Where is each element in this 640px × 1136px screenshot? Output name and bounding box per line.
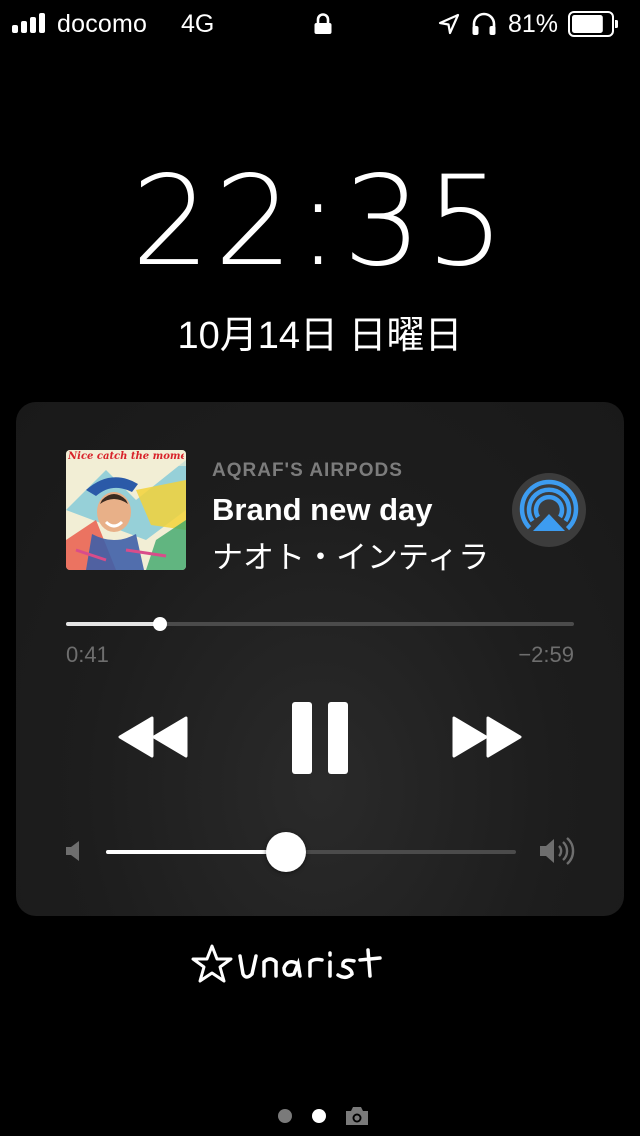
album-artwork[interactable]: Nice catch the moment!	[66, 450, 186, 570]
volume-max-icon	[540, 837, 575, 865]
fast-forward-button[interactable]	[448, 712, 524, 762]
song-artist[interactable]: ナオト・インティライミ	[212, 532, 486, 577]
pause-icon	[292, 702, 348, 774]
album-art-caption: Nice catch the moment!	[68, 451, 184, 462]
lock-icon	[314, 13, 332, 34]
scrubber-handle[interactable]	[152, 617, 167, 631]
battery-percentage: 81%	[508, 10, 559, 38]
album-artwork-image	[66, 450, 186, 570]
song-title[interactable]: Brand new day	[212, 492, 433, 528]
network-type: 4G	[181, 10, 215, 38]
rewind-icon	[118, 716, 188, 758]
signature-watermark	[191, 944, 382, 983]
airplay-icon	[519, 479, 579, 539]
volume-min-icon	[66, 841, 79, 861]
lock-screen-time: 22:35	[131, 150, 509, 294]
page-dot-1[interactable]	[278, 1109, 292, 1123]
page-dot-2-current[interactable]	[312, 1109, 326, 1123]
volume-slider[interactable]	[106, 832, 516, 872]
page-indicator[interactable]	[276, 1104, 376, 1128]
rewind-button[interactable]	[116, 712, 192, 762]
camera-icon[interactable]	[344, 1105, 370, 1127]
battery-icon	[568, 11, 618, 37]
location-icon	[438, 13, 460, 35]
carrier-name: docomo	[57, 10, 148, 38]
volume-handle[interactable]	[266, 832, 307, 872]
scrubber-progress	[66, 622, 160, 626]
pause-button[interactable]	[284, 698, 356, 778]
headphones-icon	[472, 12, 496, 35]
output-device-name: AQRAF'S AIRPODS	[212, 460, 403, 481]
status-bar: docomo 4G 81%	[0, 0, 640, 48]
remaining-time: −2:59	[518, 642, 574, 667]
airplay-button[interactable]	[512, 473, 586, 547]
elapsed-time: 0:41	[66, 642, 109, 667]
now-playing-widget: Nice catch the moment! AQRAF'S AIRPODS B…	[16, 402, 624, 916]
volume-level	[106, 850, 287, 854]
fast-forward-icon	[452, 716, 522, 758]
playback-scrubber[interactable]	[66, 617, 574, 631]
lock-screen-date: 10月14日 日曜日	[177, 315, 463, 357]
signal-icon	[12, 13, 45, 33]
